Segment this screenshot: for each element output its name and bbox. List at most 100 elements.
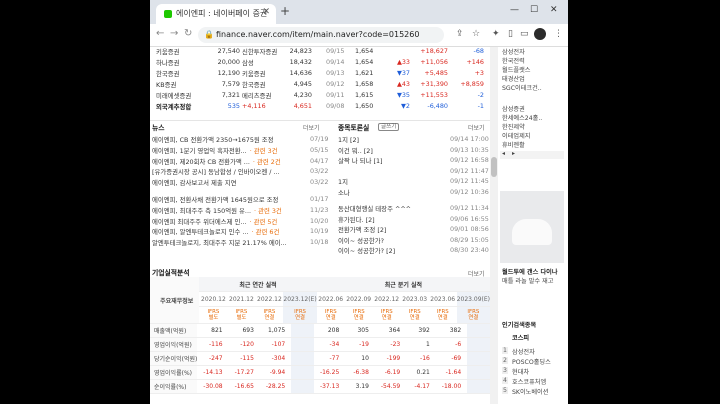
news-more-link[interactable]: 더보기 <box>303 123 320 132</box>
financial-cell: -107 <box>259 337 292 352</box>
sidebar-stock-link[interactable]: 월드플랫스 <box>502 65 530 74</box>
news-title[interactable]: 에이엔피, 알엔투테크놀로지 인수 ... <box>152 227 249 236</box>
close-window-icon[interactable]: ✕ <box>550 5 558 15</box>
tab-kospi[interactable]: 코스피 <box>512 333 529 342</box>
news-title[interactable]: 에이엔피, 전환사채 전환가액 1645원으로 조정 <box>152 195 278 204</box>
bookmark-star-icon[interactable]: ☆ <box>472 29 480 39</box>
board-post-title[interactable]: 살짝 나 되나 [1] <box>338 156 438 165</box>
rank-stock-link[interactable]: 삼성전자 <box>512 347 535 356</box>
sidebar-stock-link[interactable]: 삼성전자 <box>502 47 525 56</box>
news-related-count[interactable]: · 관련 3건 <box>254 207 282 215</box>
news-related-count[interactable]: · 관련 6건 <box>252 228 280 236</box>
minimize-icon[interactable]: — <box>510 5 519 15</box>
news-related-count[interactable]: · 관련 3건 <box>250 147 278 155</box>
news-related-count[interactable]: · 관련 2건 <box>253 158 281 166</box>
rank-stock-link[interactable]: POSCO홀딩스 <box>512 357 551 366</box>
news-item[interactable]: 알엔투테크놀로지, 최대주주 지분 21.17% 에이... <box>152 238 326 247</box>
daily-price: 1,654 <box>355 58 374 66</box>
sidebar-stock-link[interactable]: 한진제약 <box>502 122 525 131</box>
ad-subcaption[interactable]: 매틀 라놀 말수 재고 <box>502 276 553 285</box>
news-title[interactable]: 에이엔피, CB 전환가액 2350→1675원 조정 <box>152 135 274 144</box>
ad-caption[interactable]: 월드투에 갠스 다이나 <box>502 267 558 276</box>
rank-stock-link[interactable]: SK이노베이션 <box>512 387 548 396</box>
financial-cell: 364 <box>374 324 407 338</box>
financial-cell: -77 <box>314 351 346 366</box>
new-tab-icon[interactable]: + <box>280 4 290 18</box>
board-post-title[interactable]: 이건 뭐.. [2] <box>338 146 438 155</box>
news-item[interactable]: [유가증권시장 공시] 동남합성 / 인바이오젠 / ... <box>152 167 326 176</box>
broker-value: 7,579 <box>221 80 240 88</box>
board-post-title[interactable]: 1지 <box>338 177 438 186</box>
sidebar-stock-link[interactable]: 한세예스24홀.. <box>502 113 542 122</box>
profile-avatar[interactable] <box>534 28 546 40</box>
ifrs-type: IFRS 연결 <box>372 306 401 324</box>
menu-icon[interactable]: ⋮ <box>554 29 563 39</box>
ifrs-type: IFRS 연결 <box>344 306 373 324</box>
right-sidebar: 삼성전자 한국전력 월드플랫스 태경산업 SGC이테크건.. ◂ ▸ 삼성증권 한세예스2… <box>498 47 568 404</box>
back-icon[interactable]: ← <box>156 28 164 39</box>
prev-page-icon[interactable]: ◂ <box>502 150 505 157</box>
broker-value-2: 4,230 <box>293 91 312 99</box>
next-page-icon[interactable]: ▸ <box>512 150 515 157</box>
ad-image[interactable] <box>500 191 564 263</box>
sidebar-stock-link[interactable]: SGC이테크건.. <box>502 83 542 92</box>
news-item[interactable]: 에이엔피, 알엔투테크놀로지 인수 ... · 관련 6건 <box>152 227 326 236</box>
board-post-title[interactable]: 소나 <box>338 188 438 197</box>
news-item[interactable]: 에이엔피, 최대주주 측 150억원 유... · 관련 3건 <box>152 206 326 215</box>
address-bar: ← → ↻ 🔒 finance.naver.com/item/main.nave… <box>150 24 568 47</box>
news-item[interactable]: 에이엔피, 1분기 영업익 흑자전환... · 관련 3건 <box>152 146 326 155</box>
page-scrollbar[interactable] <box>490 47 498 404</box>
browser-tab[interactable]: 에이엔피 : 네이버페이 증권 ✕ <box>156 4 276 24</box>
maximize-icon[interactable]: ☐ <box>530 5 538 15</box>
board-post-title[interactable]: 이이~ 성공한가? <box>338 236 438 245</box>
sidebar-stock-link[interactable]: 한국전력 <box>502 56 525 65</box>
sidebar-stock-link[interactable]: 태경산업 <box>502 74 525 83</box>
reload-icon[interactable]: ↻ <box>184 28 192 39</box>
board-post-title[interactable]: 동산대형행실 테장주 ^^^ <box>338 204 438 213</box>
broker-name-2: 삼성 <box>242 59 254 67</box>
rank-stock-link[interactable]: 현대차 <box>512 367 529 376</box>
news-item[interactable]: 에이엔피, CB 전환가액 2350→1675원 조정 <box>152 135 326 144</box>
news-title[interactable]: 에이엔피, 제20회차 CB 전환가액 ... <box>152 157 250 166</box>
close-tab-icon[interactable]: ✕ <box>262 7 270 17</box>
write-post-button[interactable]: 글쓰기 <box>378 123 400 131</box>
share-icon[interactable]: ⇪ <box>456 29 464 39</box>
news-title[interactable]: 에이엔피, 1분기 영업익 흑자전환... <box>152 146 247 155</box>
news-date: 10/20 <box>310 216 329 225</box>
ifrs-type: IFRS 별도 <box>199 306 228 324</box>
extensions-icon[interactable]: ✦ <box>492 29 500 39</box>
news-related-count[interactable]: · 관련 5건 <box>250 218 278 226</box>
news-item[interactable]: 에이엔피 최대주주 위더에스제 인... · 관련 5건 <box>152 217 326 226</box>
news-date: 05/15 <box>310 145 329 154</box>
tab-search-icon[interactable]: ▭ <box>520 29 529 39</box>
news-item[interactable]: 에이엔피, 감사보고서 제출 지연 <box>152 178 326 187</box>
board-post-title[interactable]: 이이~ 성공한가? [2] <box>338 246 438 255</box>
news-title[interactable]: 에이엔피, 최대주주 측 150억원 유... <box>152 206 251 215</box>
news-item[interactable]: 에이엔피, 제20회차 CB 전환가액 ... · 관련 2건 <box>152 157 326 166</box>
board-more-link[interactable]: 더보기 <box>468 123 485 132</box>
board-post-title[interactable]: 휴가된다. [2] <box>338 215 438 224</box>
board-post-title[interactable]: 1지 [2] <box>338 135 438 144</box>
news-title[interactable]: 에이엔피, 감사보고서 제출 지연 <box>152 178 237 187</box>
financial-cell <box>291 379 314 394</box>
rank-number: 2 <box>502 357 508 364</box>
sidebar-icon[interactable]: ▯ <box>508 29 513 39</box>
financial-cell: -18.00 <box>435 379 468 394</box>
financial-cell: 1 <box>406 337 436 352</box>
forward-icon[interactable]: → <box>170 28 178 39</box>
news-title[interactable]: [유가증권시장 공시] 동남합성 / 인바이오젠 / ... <box>152 167 280 176</box>
news-title[interactable]: 에이엔피 최대주주 위더에스제 인... <box>152 217 247 226</box>
url-input[interactable]: 🔒 finance.naver.com/item/main.naver?code… <box>198 27 444 43</box>
sidebar-stock-link[interactable]: 휴비젠활 <box>502 140 525 149</box>
board-post-title[interactable]: 전환가액 조정 [2] <box>338 225 438 234</box>
financial-cell: -30.08 <box>197 379 229 394</box>
daily-change: ▲43 <box>396 80 410 88</box>
rank-stock-link[interactable]: 호스코퓨처엠 <box>512 377 546 386</box>
sidebar-stock-link[interactable]: 이테업제지 <box>502 131 530 140</box>
news-title[interactable]: 알엔투테크놀로지, 최대주주 지분 21.17% 에이... <box>152 238 287 247</box>
news-item[interactable]: 에이엔피, 전환사채 전환가액 1645원으로 조정 <box>152 195 326 204</box>
url-text: finance.naver.com/item/main.naver?code=0… <box>216 30 420 39</box>
scrollbar-thumb[interactable] <box>491 157 497 177</box>
financial-cell: 3.19 <box>345 379 375 394</box>
sidebar-stock-link[interactable]: 삼성증권 <box>502 104 525 113</box>
